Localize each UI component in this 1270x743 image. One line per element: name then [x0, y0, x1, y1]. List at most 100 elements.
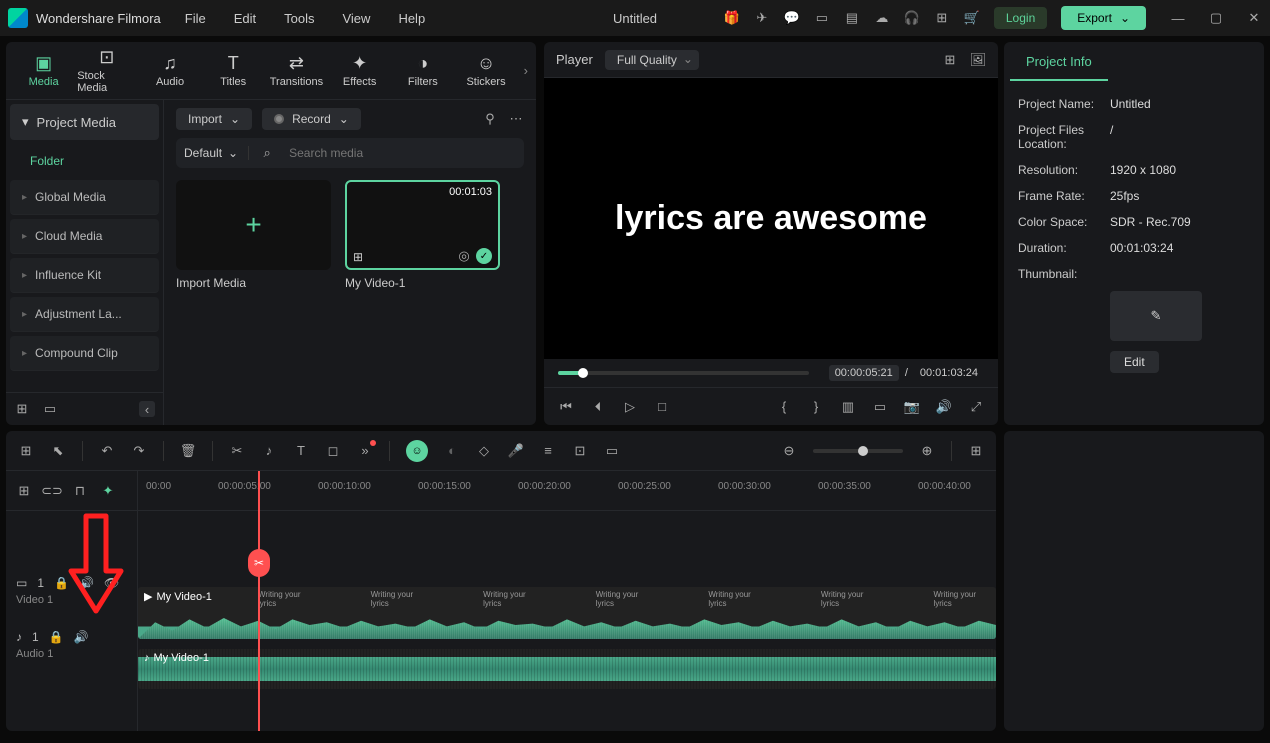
tab-transitions[interactable]: ⇄Transitions [267, 45, 326, 97]
close-icon[interactable]: ✕ [1246, 10, 1262, 26]
snapshot-icon[interactable]: 📷 [904, 399, 920, 415]
undo-icon[interactable]: ↶ [99, 443, 115, 459]
track-add-icon[interactable]: ⊞ [16, 483, 32, 499]
group-icon[interactable]: ⊡ [572, 443, 588, 459]
view-options-icon[interactable]: ⊞ [968, 443, 984, 459]
magnet-icon[interactable]: ⊓ [72, 483, 88, 499]
render-icon[interactable]: ▭ [604, 443, 620, 459]
sidebar-global-media[interactable]: ▸Global Media [10, 180, 159, 215]
edit-button[interactable]: Edit [1110, 351, 1159, 373]
tab-audio[interactable]: ♫Audio [140, 45, 199, 97]
video-track[interactable]: ▶My Video-1 Writing your lyricsWriting y… [138, 587, 996, 639]
sidebar-folder[interactable]: Folder [6, 144, 163, 178]
gift-icon[interactable]: 🎁 [724, 10, 740, 26]
tab-media[interactable]: ▣Media [14, 45, 73, 97]
sidebar-project-media[interactable]: ▾Project Media [10, 104, 159, 140]
compare-icon[interactable]: ▭ [872, 399, 888, 415]
device-icon[interactable]: ▭ [814, 10, 830, 26]
cloud-icon[interactable]: ☁ [874, 10, 890, 26]
document-icon[interactable]: ▤ [844, 10, 860, 26]
maximize-icon[interactable]: ▢ [1208, 10, 1224, 26]
send-icon[interactable]: ✈ [754, 10, 770, 26]
volume-icon[interactable]: 🔊 [79, 576, 94, 590]
menu-edit[interactable]: Edit [234, 11, 256, 26]
audio-track-header[interactable]: ♪1🔒🔊 Audio 1 [6, 621, 137, 669]
delete-icon[interactable]: 🗑 [180, 443, 196, 459]
music-tool-icon[interactable]: ♪ [261, 443, 277, 459]
crop-icon[interactable]: ◻ [325, 443, 341, 459]
sort-default[interactable]: Default⌄ [184, 146, 249, 160]
ratio-icon[interactable]: ▥ [840, 399, 856, 415]
mixer-icon[interactable]: ≡ [540, 443, 556, 459]
color-icon[interactable]: ◐ [444, 443, 460, 459]
tab-stock-media[interactable]: ⊡Stock Media [77, 45, 136, 97]
split-icon[interactable]: ✂ [229, 443, 245, 459]
tab-effects[interactable]: ✦Effects [330, 45, 389, 97]
zoom-slider[interactable] [813, 449, 903, 453]
fullscreen-icon[interactable]: ⤢ [968, 399, 984, 415]
menu-file[interactable]: File [185, 11, 206, 26]
thumbnail-preview[interactable]: ✎ [1110, 291, 1202, 341]
volume-icon[interactable]: 🔊 [74, 630, 89, 644]
menu-tools[interactable]: Tools [284, 11, 314, 26]
prev-frame-icon[interactable]: ⏮ [558, 399, 574, 415]
preview-viewport[interactable]: lyrics are awesome [544, 78, 998, 359]
tabs-more-icon[interactable]: › [524, 63, 528, 78]
video-track-header[interactable]: ▭1🔒🔊👁 Video 1 [6, 561, 137, 621]
filter-icon[interactable]: ⚲ [482, 111, 498, 127]
mark-out-icon[interactable]: } [808, 399, 824, 415]
layout-icon[interactable]: ⊞ [18, 443, 34, 459]
seekbar[interactable]: 00:00:05:21 / 00:01:03:24 [544, 359, 998, 387]
tab-titles[interactable]: TTitles [204, 45, 263, 97]
new-folder-icon[interactable]: ⊞ [14, 401, 30, 417]
video-clip[interactable]: ▶My Video-1 Writing your lyricsWriting y… [138, 587, 996, 639]
playhead[interactable]: ✂ [258, 471, 260, 731]
picture-icon[interactable]: 🖼 [970, 52, 986, 68]
minimize-icon[interactable]: — [1170, 10, 1186, 26]
headphone-icon[interactable]: 🎧 [904, 10, 920, 26]
timeline-tracks[interactable]: 00:00 00:00:05:00 00:00:10:00 00:00:15:0… [138, 471, 996, 731]
media-clip-tile[interactable]: 00:01:03 ⊞ ◎✓ My Video-1 [345, 180, 500, 290]
lock-icon[interactable]: 🔒 [49, 630, 64, 644]
zoom-in-icon[interactable]: ⊕ [919, 443, 935, 459]
mark-in-icon[interactable]: { [776, 399, 792, 415]
text-tool-icon[interactable]: T [293, 443, 309, 459]
sidebar-compound-clip[interactable]: ▸Compound Clip [10, 336, 159, 371]
time-ruler[interactable]: 00:00 00:00:05:00 00:00:10:00 00:00:15:0… [138, 471, 996, 511]
login-button[interactable]: Login [994, 7, 1047, 29]
play-icon[interactable]: ▷ [622, 399, 638, 415]
eye-icon[interactable]: 👁 [104, 576, 119, 590]
cursor-icon[interactable]: ⬉ [50, 443, 66, 459]
more-icon[interactable]: ⋯ [508, 111, 524, 127]
search-input[interactable] [285, 142, 516, 164]
play-back-icon[interactable]: ⏴ [590, 399, 606, 415]
apps-icon[interactable]: ⊞ [934, 10, 950, 26]
tab-filters[interactable]: ◑Filters [393, 45, 452, 97]
grid-view-icon[interactable]: ⊞ [942, 52, 958, 68]
zoom-out-icon[interactable]: ⊖ [781, 443, 797, 459]
tab-stickers[interactable]: ☺Stickers [456, 45, 515, 97]
export-button[interactable]: Export⌄ [1061, 6, 1146, 30]
scissors-icon[interactable]: ✂ [248, 549, 270, 577]
stop-icon[interactable]: □ [654, 399, 670, 415]
folder-icon[interactable]: ▭ [42, 401, 58, 417]
info-tab-project[interactable]: Project Info [1010, 42, 1108, 81]
ai-face-icon[interactable]: ☺ [406, 440, 428, 462]
marker-icon[interactable]: ◇ [476, 443, 492, 459]
link-icon[interactable]: ⊂⊃ [44, 483, 60, 499]
sidebar-cloud-media[interactable]: ▸Cloud Media [10, 219, 159, 254]
collapse-icon[interactable]: ‹ [139, 401, 155, 417]
audio-clip[interactable]: ♪My Video-1 [138, 649, 996, 689]
volume-icon[interactable]: 🔊 [936, 399, 952, 415]
mic-icon[interactable]: 🎤 [508, 443, 524, 459]
auto-ripple-icon[interactable]: ✦ [100, 483, 116, 499]
sidebar-influence-kit[interactable]: ▸Influence Kit [10, 258, 159, 293]
sidebar-adjustment-layer[interactable]: ▸Adjustment La... [10, 297, 159, 332]
import-dropdown[interactable]: Import⌄ [176, 108, 252, 130]
quality-select[interactable]: Full Quality [605, 50, 699, 70]
lock-icon[interactable]: 🔒 [54, 576, 69, 590]
menu-view[interactable]: View [342, 11, 370, 26]
redo-icon[interactable]: ↷ [131, 443, 147, 459]
message-icon[interactable]: 💬 [784, 10, 800, 26]
cart-icon[interactable]: 🛒 [964, 10, 980, 26]
